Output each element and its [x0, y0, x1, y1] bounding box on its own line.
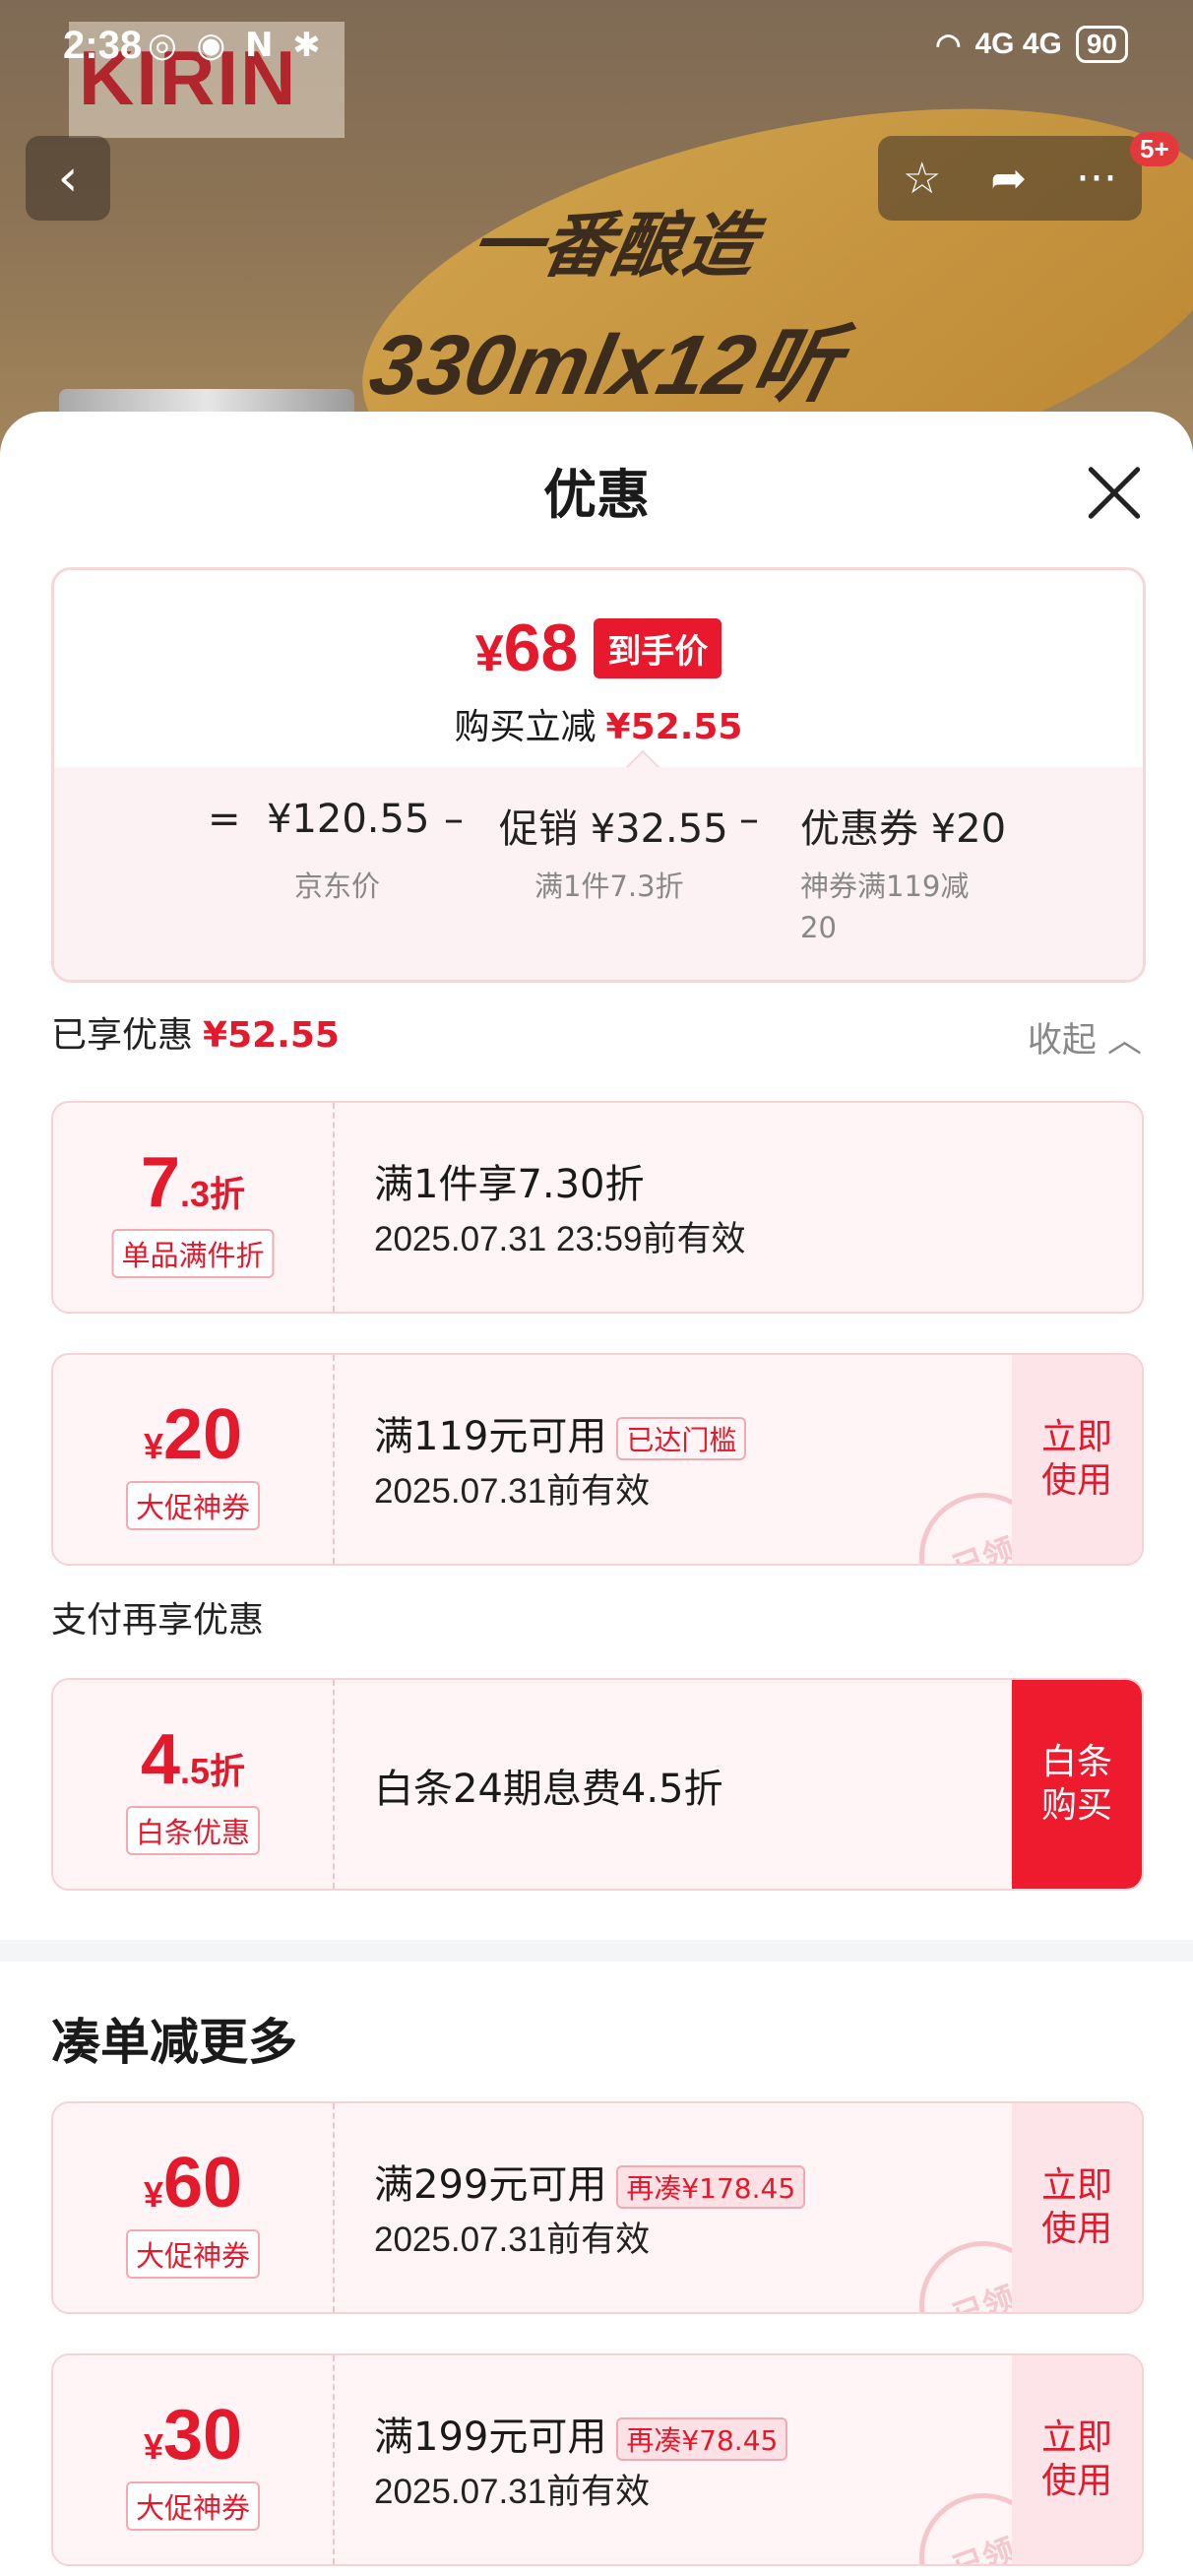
coupon-title: 满119元可用 已达门槛 — [374, 1404, 747, 1461]
jd-price: ¥120.55 — [267, 797, 430, 842]
coupon-card-60: ¥60 大促神券 满299元可用 再凑¥178.45 2025.07.31前有效 … — [51, 2101, 1144, 2314]
use-now-button[interactable]: 立即使用 — [1012, 1355, 1142, 1564]
banner-slogan-1: 一番酿造 — [464, 207, 762, 286]
coupon-tag: 大促神券 — [125, 2229, 261, 2279]
coupon-date: 2025.07.31前有效 — [374, 2221, 651, 2259]
coupon-tag: 白条优惠 — [125, 1806, 261, 1855]
baitiao-buy-button[interactable]: 白条购买 — [1012, 1680, 1142, 1889]
enjoyed-discount: 已享优惠 ¥52.55 — [51, 1006, 340, 1058]
use-now-button[interactable]: 立即使用 — [1012, 2103, 1142, 2312]
jd-price-label: 京东价 — [294, 869, 381, 903]
coupon-desc: 神券满119减 20 — [800, 869, 970, 944]
status-right: ◠ 4G 4G 90 — [935, 26, 1128, 63]
status-icons: ◎ ◉ N ✱ — [148, 26, 325, 65]
coupon-card-discount: 7.3折 单品满件折 满1件享7.30折 2025.07.31 23:59前有效 — [51, 1101, 1144, 1314]
back-button[interactable]: ‹ — [26, 136, 110, 221]
banner-slogan-2: 330mlx12听 — [361, 318, 848, 413]
minus-sign-2: – — [739, 797, 759, 842]
message-badge: 5+ — [1130, 132, 1179, 166]
close-icon[interactable] — [1083, 461, 1146, 524]
coupon-title: 满199元可用 再凑¥78.45 — [374, 2405, 788, 2462]
coupon-date: 2025.07.31前有效 — [374, 1472, 651, 1511]
sheet-title: 优惠 — [543, 464, 650, 526]
more-section-title: 凑单减更多 — [51, 2014, 297, 2071]
final-price-tag: 到手价 — [594, 617, 722, 678]
coupon-left: ¥60 大促神券 — [53, 2103, 335, 2312]
threshold-reached-badge: 已达门槛 — [616, 1417, 747, 1460]
summary-breakdown: = ¥120.55 京东价 – 促销 ¥32.55 满1件7.3折 – 优惠券 … — [54, 767, 1143, 980]
add-more-badge: 再凑¥178.45 — [616, 2165, 806, 2209]
enjoyed-value: ¥52.55 — [203, 1015, 340, 1056]
status-time: 2:38 — [63, 24, 143, 67]
coupon-date: 2025.07.31前有效 — [374, 2473, 651, 2511]
saved-row: 购买立减 ¥52.55 — [54, 698, 1143, 749]
coupon-amount: ¥60 — [143, 2144, 243, 2222]
battery-icon: 90 — [1075, 26, 1128, 63]
coupon-left: ¥20 大促神券 — [53, 1355, 335, 1564]
enjoyed-label: 已享优惠 — [51, 1015, 194, 1056]
coupon-amount: 7.3折 — [140, 1143, 246, 1222]
coupon-card-baitiao: 4.5折 白条优惠 白条24期息费4.5折 白条购买 — [51, 1678, 1144, 1891]
use-now-button[interactable]: 立即使用 — [1012, 2355, 1142, 2564]
saved-label: 购买立减 — [454, 707, 596, 747]
summary-top: ¥68 到手价 购买立减 ¥52.55 — [54, 570, 1143, 767]
add-more-badge: 再凑¥78.45 — [616, 2417, 788, 2461]
equals-sign: = — [208, 797, 241, 842]
coupon-title: 白条24期息费4.5折 — [374, 1767, 723, 1812]
collapse-button[interactable]: 收起 ︿ — [1028, 1012, 1142, 1063]
wifi-icon: ◠ — [935, 28, 962, 61]
network-icon: 4G 4G — [974, 28, 1062, 60]
pay-section-label: 支付再享优惠 — [51, 1600, 265, 1641]
share-icon[interactable]: ➦ — [990, 154, 1027, 204]
coupon-left: 4.5折 白条优惠 — [53, 1680, 335, 1889]
coupon-date: 2025.07.31 23:59前有效 — [374, 1220, 746, 1258]
final-price-row: ¥68 到手价 — [54, 610, 1143, 686]
coupon-tag: 大促神券 — [125, 1481, 261, 1530]
coupon-card-30: ¥30 大促神券 满199元可用 再凑¥78.45 2025.07.31前有效 已… — [51, 2353, 1144, 2566]
coupon-tag: 单品满件折 — [111, 1229, 275, 1278]
promo-amount: 促销 ¥32.55 — [499, 806, 728, 852]
more-icon[interactable]: ··· — [1076, 154, 1117, 204]
top-action-group: ☆ ➦ ··· — [878, 136, 1142, 221]
section-divider — [0, 1940, 1193, 1962]
promo-desc: 满1件7.3折 — [534, 869, 684, 903]
coupon-title: 满299元可用 再凑¥178.45 — [374, 2153, 806, 2210]
coupon-title: 满1件享7.30折 — [374, 1162, 645, 1207]
final-price: ¥68 — [474, 611, 579, 685]
coupon-left: 7.3折 单品满件折 — [53, 1103, 335, 1312]
coupon-left: ¥30 大促神券 — [53, 2355, 335, 2564]
coupon-amount: 4.5折 — [140, 1720, 246, 1799]
star-icon[interactable]: ☆ — [903, 154, 941, 204]
coupon-card-20: ¥20 大促神券 满119元可用 已达门槛 2025.07.31前有效 已领 立即… — [51, 1353, 1144, 1566]
discount-sheet: 优惠 ¥68 到手价 购买立减 ¥52.55 = ¥120.55 京东价 – 促销… — [0, 412, 1193, 2576]
coupon-amount: 优惠券 ¥20 — [800, 806, 1007, 852]
saved-value: ¥52.55 — [605, 707, 743, 747]
chevron-left-icon: ‹ — [57, 149, 79, 208]
minus-sign-1: – — [444, 797, 464, 842]
coupon-amount: ¥20 — [143, 1395, 243, 1474]
coupon-tag: 大促神券 — [125, 2481, 261, 2531]
price-summary: ¥68 到手价 购买立减 ¥52.55 = ¥120.55 京东价 – 促销 ¥3… — [51, 567, 1146, 983]
status-bar: 2:38 ◎ ◉ N ✱ ◠ 4G 4G 90 — [0, 0, 1193, 98]
coupon-amount: ¥30 — [143, 2396, 243, 2475]
